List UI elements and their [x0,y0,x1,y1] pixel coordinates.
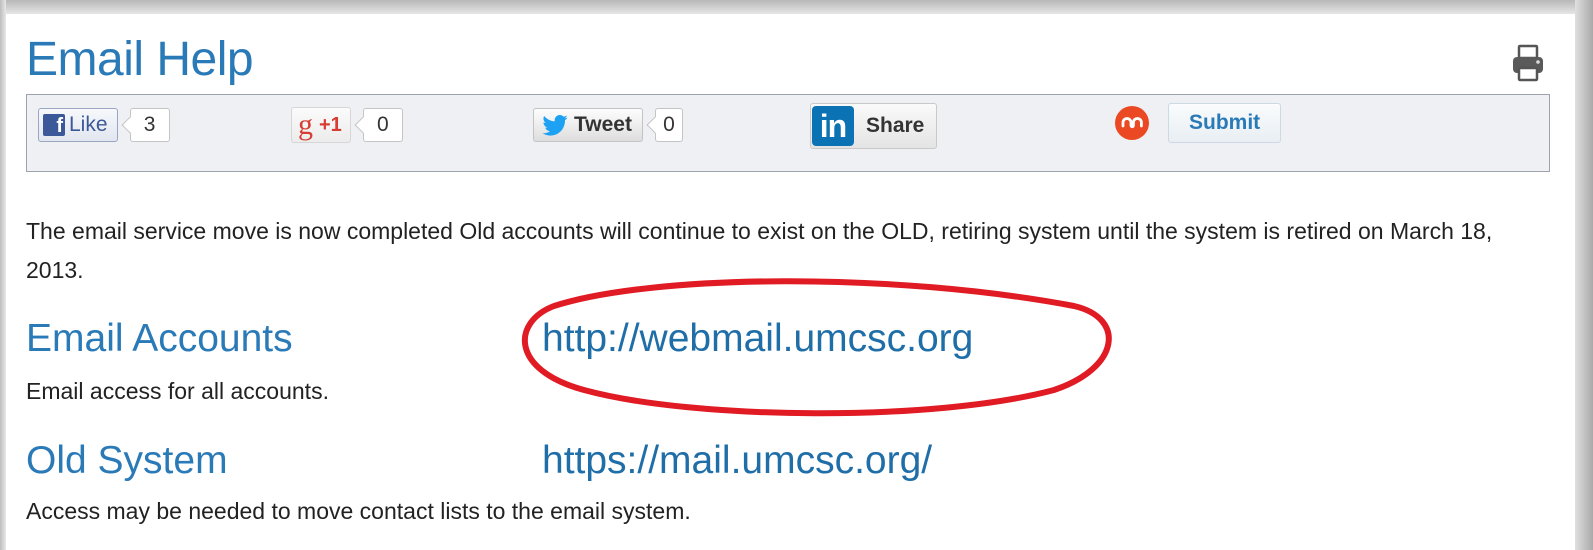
twitter-widget: Tweet 0 [533,107,683,143]
facebook-icon: f [43,114,65,136]
page-content: Email Help f Like 3 g +1 0 Tweet 0 in Sh… [6,14,1575,550]
section-description-old-system: Access may be needed to move contact lis… [26,498,691,524]
social-share-bar: f Like 3 g +1 0 Tweet 0 in Share Submit [26,94,1550,172]
stumbleupon-widget: Submit [1114,101,1282,145]
facebook-like-widget: f Like 3 [38,107,170,143]
google-plus-icon: g [298,108,313,141]
tweet-count: 0 [654,108,683,142]
page-title: Email Help [26,33,254,86]
linkedin-icon: in [812,106,854,146]
intro-paragraph: The email service move is now completed … [26,218,1493,283]
section-title-old-system: Old System [26,439,228,482]
webmail-link[interactable]: http://webmail.umcsc.org [542,317,973,361]
facebook-like-button[interactable]: f Like [38,108,118,142]
window-frame-top [0,0,1593,14]
google-plus-label: +1 [319,113,342,136]
section-description-email-accounts: Email access for all accounts. [26,378,329,404]
google-plus-count: 0 [362,108,403,142]
google-plus-widget: g +1 0 [291,107,403,143]
google-plus-button[interactable]: g +1 [291,107,351,143]
printer-icon[interactable] [1511,44,1545,84]
twitter-bird-icon [542,114,568,136]
stumbleupon-submit-button[interactable]: Submit [1168,103,1282,143]
old-mail-link[interactable]: https://mail.umcsc.org/ [542,439,932,483]
facebook-like-label: Like [69,113,108,136]
linkedin-share-label: Share [866,114,925,137]
facebook-like-count: 3 [129,108,170,142]
window-frame-right [1575,0,1593,550]
linkedin-widget: in Share [810,103,938,149]
linkedin-share-button[interactable]: in Share [810,103,938,149]
stumbleupon-icon[interactable] [1114,105,1150,141]
tweet-label: Tweet [574,113,632,136]
tweet-button[interactable]: Tweet [533,108,643,142]
section-title-email-accounts: Email Accounts [26,317,293,360]
